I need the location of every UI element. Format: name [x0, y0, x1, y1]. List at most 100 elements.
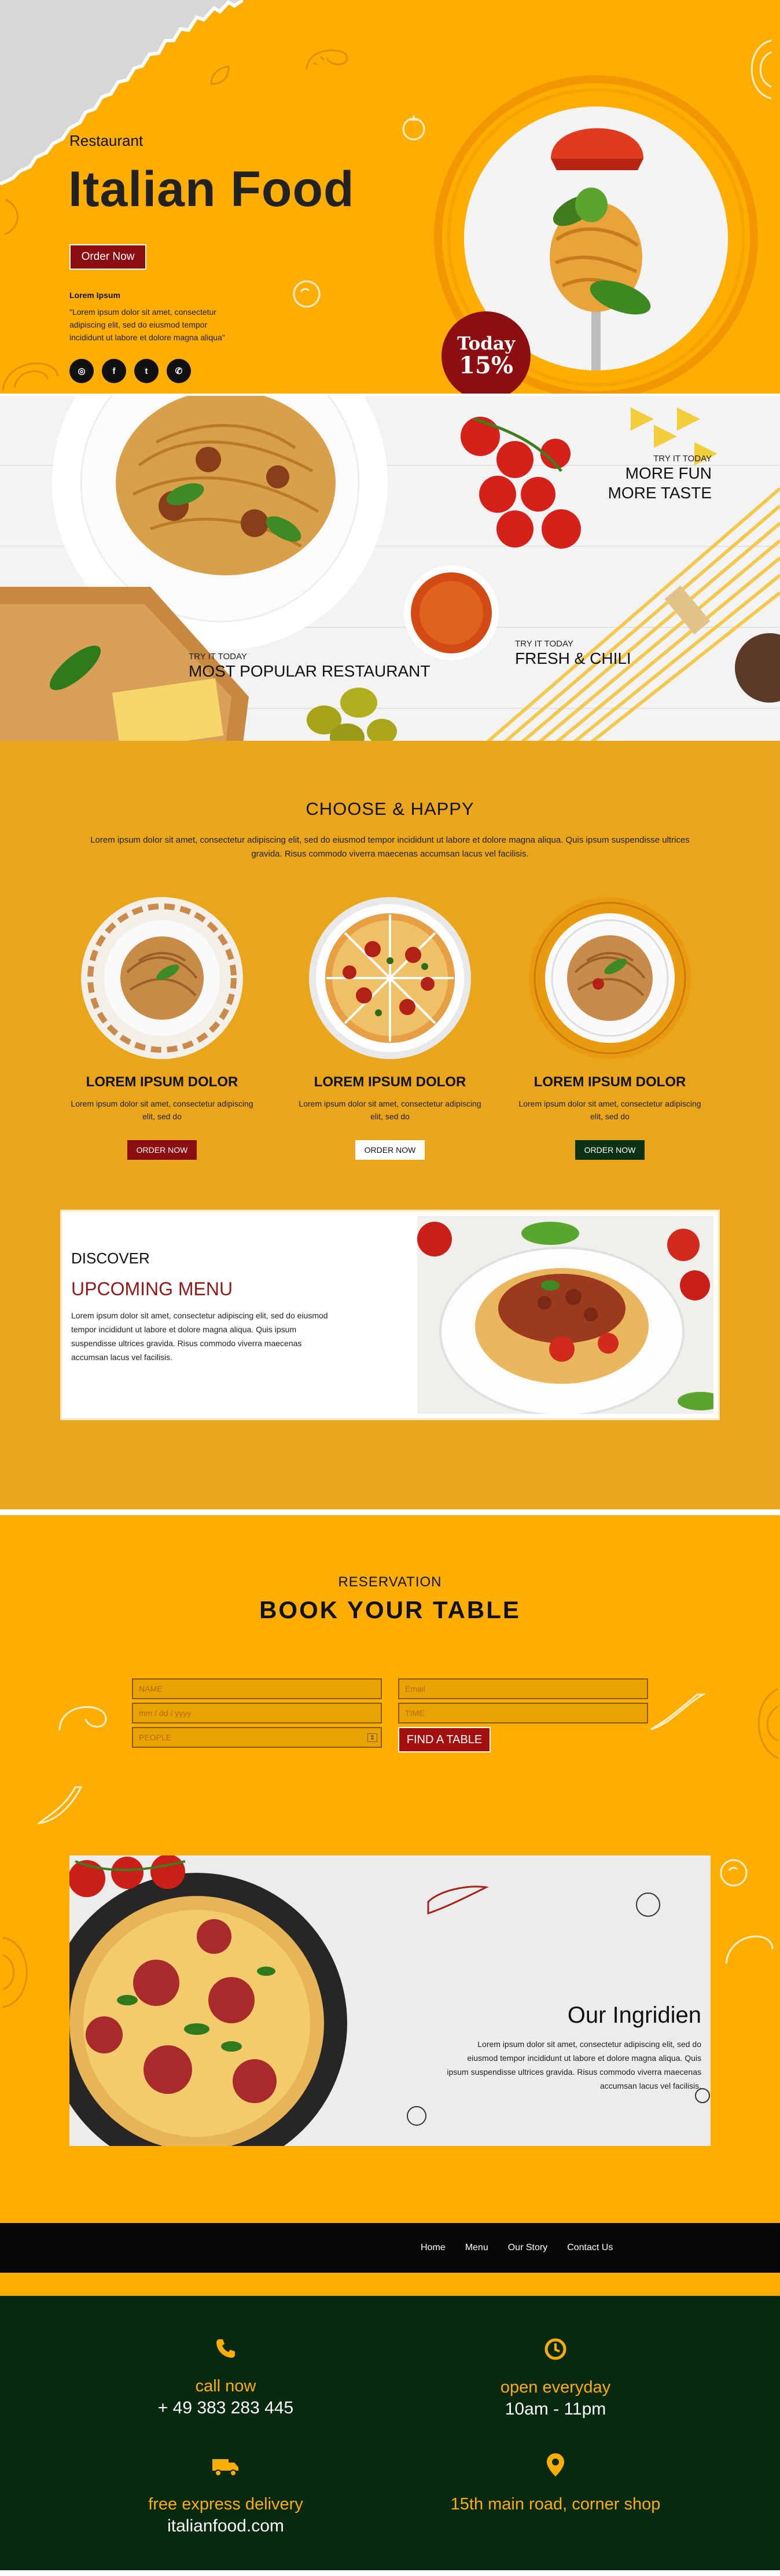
choose-title: CHOOSE & HAPPY [306, 799, 474, 819]
tomato-doodle-icon [402, 115, 425, 141]
banner-tag-kicker: TRY IT TODAY [653, 454, 712, 464]
nav-item-menu[interactable]: Menu [465, 2243, 488, 2253]
badge-line-1: Today [457, 333, 515, 354]
hours-info: open everyday 10am - 11pm [405, 2338, 706, 2419]
contact-footer: call now + 49 383 283 445 open everyday … [0, 2296, 780, 2570]
pizza-image [69, 1855, 711, 2146]
discover-description: Lorem ipsum dolor sit amet, consectetur … [71, 1311, 328, 1362]
pasta-doodle-icon [306, 49, 348, 70]
order-now-button[interactable]: ORDER NOW [355, 1140, 425, 1160]
pasta-doodle-icon [58, 1706, 107, 1731]
address-info: 15th main road, corner shop [405, 2452, 706, 2514]
hero-title: Italian Food [68, 161, 355, 217]
choose-description: Lorem ipsum dolor sit amet, consectetur … [90, 835, 690, 859]
hero-subheading: Lorem Ipsum [69, 291, 120, 300]
hero-section: Restaurant Italian Food Order Now Lorem … [0, 0, 780, 394]
chili-doodle-icon [4, 199, 19, 236]
discover-kicker: DISCOVER [71, 1250, 150, 1267]
address-label: 15th main road, corner shop [450, 2495, 661, 2513]
discover-title: UPCOMING MENU [71, 1278, 233, 1299]
hours-value: 10am - 11pm [505, 2399, 606, 2419]
whatsapp-icon[interactable]: ✆ [167, 359, 191, 383]
location-pin-icon [547, 2453, 564, 2476]
call-value[interactable]: + 49 383 283 445 [75, 2398, 376, 2418]
banner-tag-chili: TRY IT TODAY FRESH & CHILI [515, 639, 631, 668]
discount-badge: Today 15% [441, 311, 531, 394]
time-field[interactable] [398, 1703, 648, 1724]
choose-section: CHOOSE & HAPPY Lorem ipsum dolor sit ame… [0, 741, 780, 1509]
delivery-label: free express delivery [148, 2495, 303, 2513]
order-now-button[interactable]: ORDER NOW [127, 1140, 197, 1160]
delivery-value[interactable]: italianfood.com [75, 2516, 376, 2536]
instagram-icon[interactable]: ◎ [69, 359, 94, 383]
footer-nav: Home Menu Our Story Contact Us [0, 2223, 780, 2273]
pasta-doodle-icon [725, 1935, 774, 1964]
banner-food-image [0, 396, 780, 741]
dish-name: LOREM IPSUM DOLOR [86, 1074, 238, 1090]
badge-line-2: 15% [459, 352, 513, 379]
nav-item-contact-us[interactable]: Contact Us [567, 2243, 613, 2253]
banner-tag-title: MORE TASTE [608, 484, 712, 502]
banner-tag-kicker: TRY IT TODAY [189, 652, 247, 662]
nav-item-home[interactable]: Home [421, 2243, 446, 2253]
banner-tag-title: MOST POPULAR RESTAURANT [189, 662, 431, 680]
pasta-doodle-icon [750, 39, 772, 100]
dish-image [309, 897, 471, 1059]
call-info: call now + 49 383 283 445 [75, 2338, 376, 2418]
hero-quote: "Lorem ipsum dolor sit amet, consectetur… [69, 307, 225, 342]
pasta-doodle-icon [2, 362, 59, 391]
call-label: call now [195, 2377, 256, 2395]
banner-tag-title: MORE FUN [625, 464, 712, 482]
people-select[interactable]: PEOPLE ⇕ [132, 1727, 382, 1748]
torn-paper-decoration [0, 0, 243, 185]
find-table-button[interactable]: FIND A TABLE [398, 1727, 491, 1752]
ingredients-card: Our Ingridien Lorem ipsum dolor sit amet… [69, 1855, 711, 2146]
pasta-doodle-icon [2, 1936, 28, 2008]
date-field[interactable] [132, 1703, 382, 1724]
people-select-placeholder: PEOPLE [139, 1733, 172, 1742]
tomato-doodle-icon [293, 280, 321, 308]
dish-description: Lorem ipsum dolor sit amet, consectetur … [299, 1099, 481, 1121]
dish-name: LOREM IPSUM DOLOR [534, 1074, 686, 1090]
dish-card: LOREM IPSUM DOLOR Lorem ipsum dolor sit … [512, 897, 708, 1160]
pasta-doodle-icon [757, 1688, 779, 1759]
hero-kicker: Restaurant [69, 132, 144, 149]
banner-tag-kicker: TRY IT TODAY [515, 639, 573, 649]
ingredients-title: Our Ingridien [567, 2002, 701, 2028]
delivery-info: free express delivery italianfood.com [75, 2456, 376, 2536]
name-field[interactable] [132, 1678, 382, 1699]
dish-card: LOREM IPSUM DOLOR Lorem ipsum dolor sit … [64, 897, 260, 1160]
clock-icon [544, 2338, 566, 2360]
ingredients-description: Lorem ipsum dolor sit amet, consectetur … [447, 2040, 701, 2090]
nav-item-our-story[interactable]: Our Story [508, 2243, 547, 2253]
dish-description: Lorem ipsum dolor sit amet, consectetur … [518, 1099, 701, 1121]
social-links: ◎ f t ✆ [69, 359, 191, 383]
phone-icon [216, 2339, 235, 2358]
order-now-button[interactable]: ORDER NOW [575, 1140, 645, 1160]
dish-name: LOREM IPSUM DOLOR [314, 1074, 466, 1090]
dish-card: LOREM IPSUM DOLOR Lorem ipsum dolor sit … [292, 897, 488, 1160]
divider-strip [0, 2273, 780, 2296]
banner-tag-title: FRESH & CHILI [515, 649, 631, 667]
truck-icon [212, 2459, 238, 2476]
facebook-icon[interactable]: f [102, 359, 126, 383]
order-now-button[interactable]: Order Now [69, 244, 146, 270]
banner-tag-fun: TRY IT TODAY MORE FUN MORE TASTE [608, 454, 712, 503]
banner-tag-popular: TRY IT TODAY MOST POPULAR RESTAURANT [189, 652, 430, 681]
reservation-kicker: RESERVATION [338, 1574, 442, 1590]
tomato-doodle-icon [720, 1859, 748, 1887]
leaf-doodle-icon [210, 65, 230, 85]
chili-doodle-icon [650, 1693, 706, 1730]
nav-items: Home Menu Our Story Contact Us [421, 2223, 613, 2273]
stepper-icon[interactable]: ⇕ [367, 1733, 377, 1742]
dish-image [529, 897, 691, 1059]
dish-image [81, 897, 243, 1059]
reservation-section: RESERVATION BOOK YOUR TABLE PEOPLE ⇕ FIN… [0, 1509, 780, 2223]
food-banner: TRY IT TODAY MOST POPULAR RESTAURANT TRY… [0, 394, 780, 741]
dish-description: Lorem ipsum dolor sit amet, consectetur … [71, 1099, 253, 1121]
discover-card: DISCOVER UPCOMING MENU Lorem ipsum dolor… [60, 1210, 720, 1420]
hours-label: open everyday [500, 2378, 611, 2397]
chili-doodle-icon [36, 1786, 83, 1824]
twitter-icon[interactable]: t [134, 359, 159, 383]
email-field[interactable] [398, 1678, 648, 1699]
